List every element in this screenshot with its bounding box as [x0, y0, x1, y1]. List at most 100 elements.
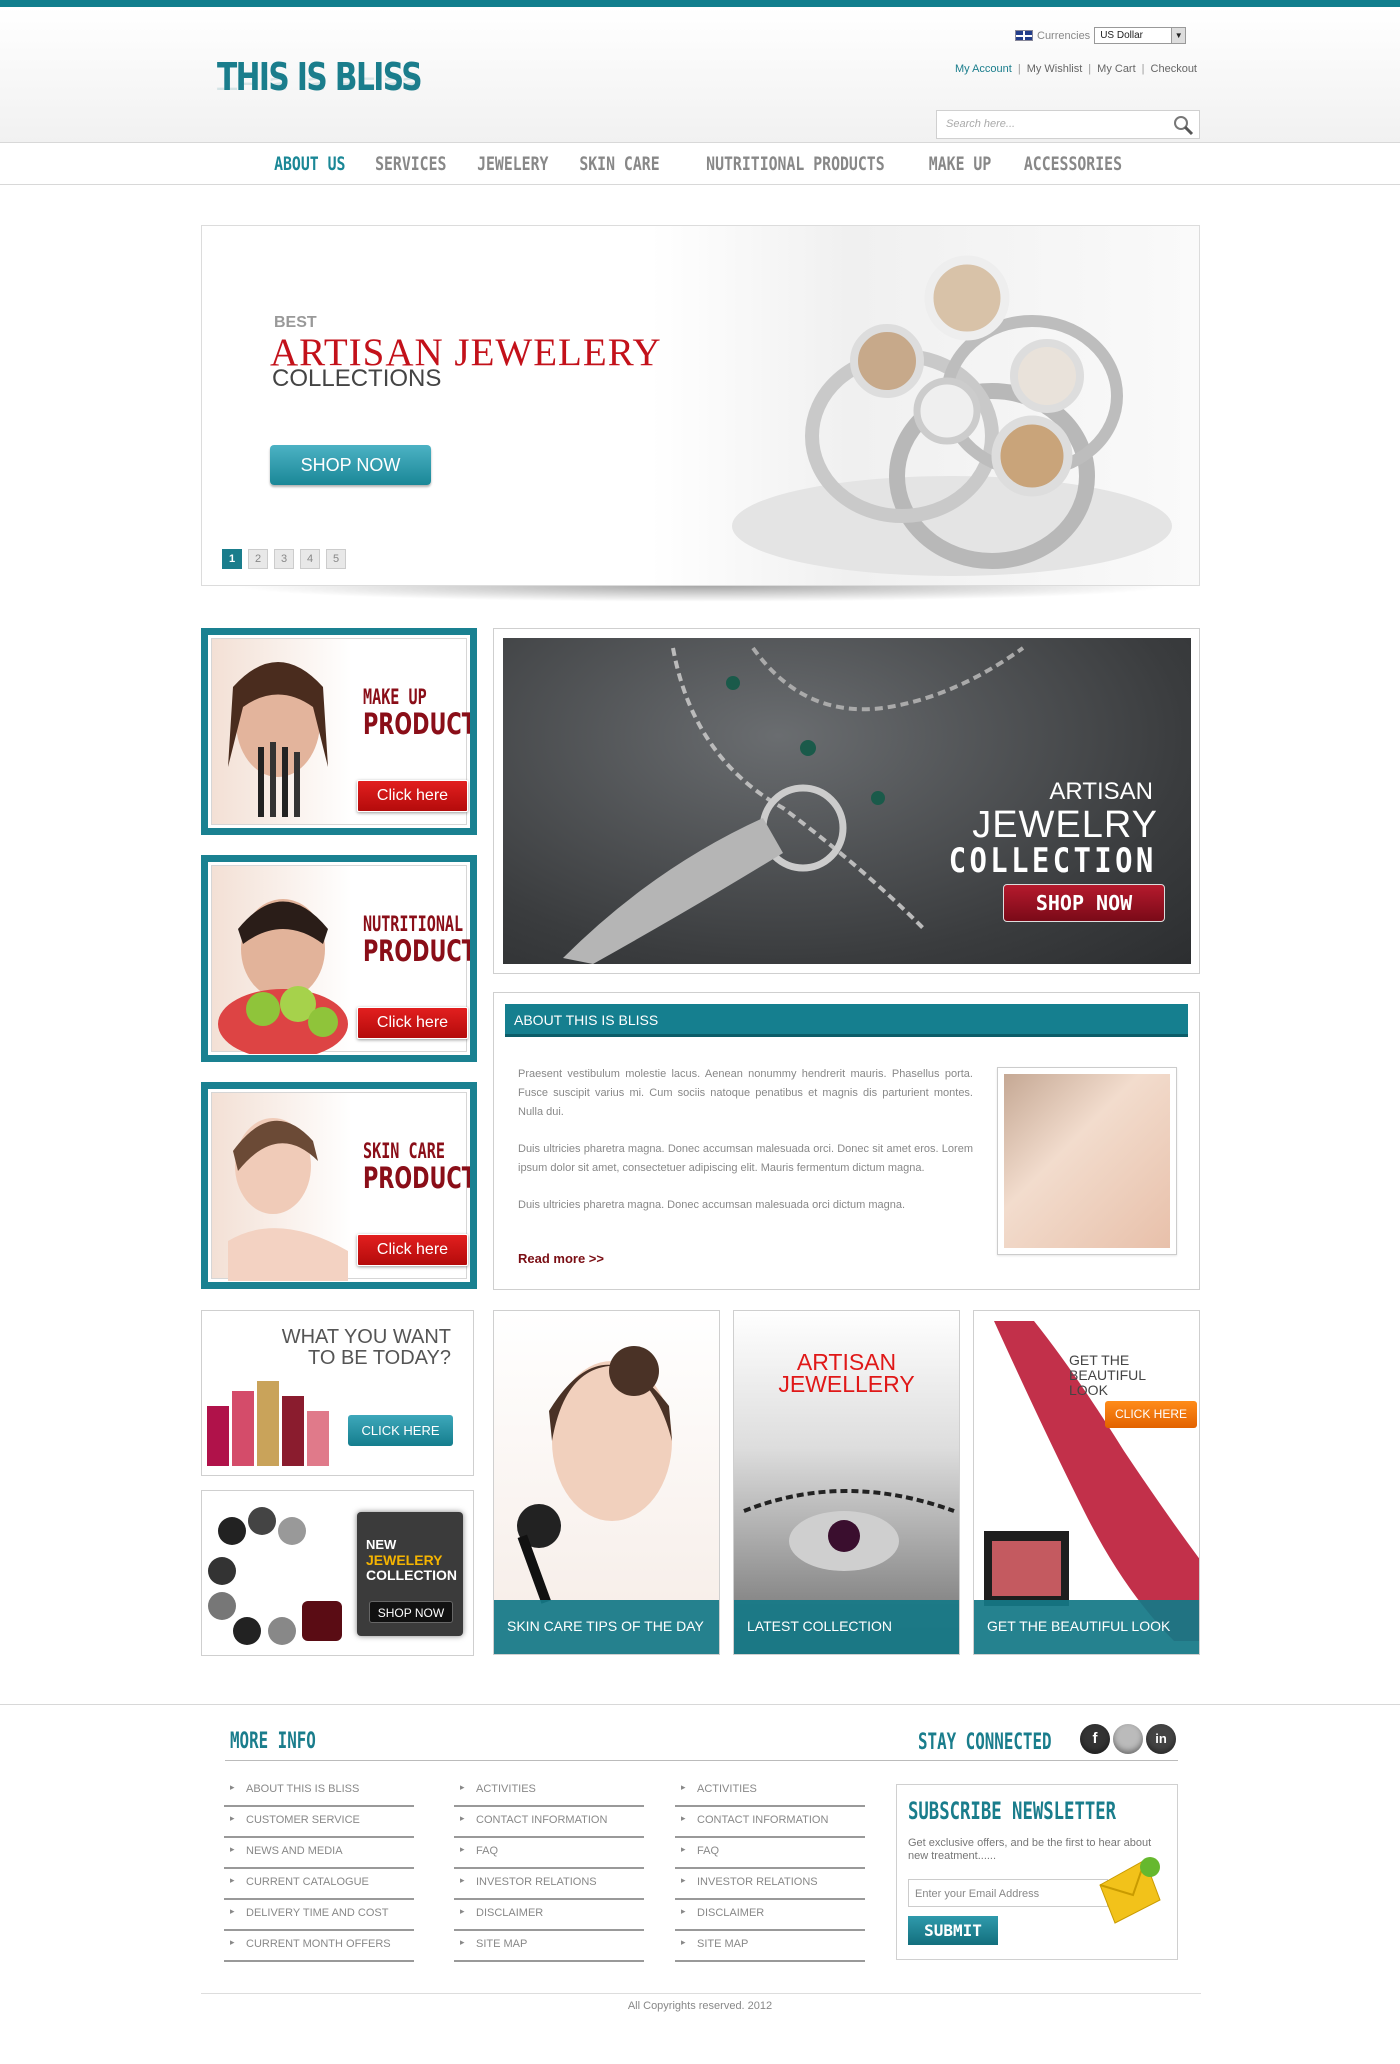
shop-now-button[interactable]: SHOP NOW: [270, 445, 431, 485]
header: THIS IS BLISS THIS IS BLISS Currencies U…: [0, 7, 1400, 143]
tile-latest-collection[interactable]: ARTISAN JEWELLERY LATEST COLLECTION: [733, 1310, 960, 1655]
footer-link[interactable]: CURRENT MONTH OFFERS: [224, 1931, 414, 1962]
jewelry-banner[interactable]: ARTISAN JEWELRY COLLECTION SHOP NOW: [493, 628, 1200, 974]
skincare-model-image: [228, 1118, 348, 1281]
necklace-image: ARTISAN JEWELRY COLLECTION SHOP NOW: [503, 638, 1191, 964]
copyright-divider: [201, 1993, 1201, 1994]
about-heading: ABOUT THIS IS BLISS: [505, 1004, 1188, 1037]
top-accent-bar: [0, 0, 1400, 7]
slider-page-3[interactable]: 3: [274, 549, 294, 569]
new-jewelery-ad[interactable]: NEW JEWELERY COLLECTION SHOP NOW: [201, 1490, 474, 1656]
promo-line2: PRODUCTS: [363, 934, 476, 968]
slider-page-4[interactable]: 4: [300, 549, 320, 569]
search-icon[interactable]: [1172, 114, 1194, 136]
nav-jewelery[interactable]: JEWELERY: [464, 153, 562, 175]
nutrition-model-image: [218, 899, 348, 1054]
click-here-button[interactable]: CLICK HERE: [1105, 1401, 1197, 1428]
ad-jewelery: JEWELERY: [366, 1552, 443, 1568]
footer-link[interactable]: CUSTOMER SERVICE: [224, 1807, 414, 1838]
footer-link[interactable]: FAQ: [454, 1838, 644, 1869]
slider-page-5[interactable]: 5: [326, 549, 346, 569]
footer-link[interactable]: DISCLAIMER: [675, 1900, 865, 1931]
search-placeholder: Search here...: [946, 118, 1016, 130]
search-input[interactable]: Search here...: [936, 110, 1200, 139]
nav-make-up[interactable]: MAKE UP: [916, 153, 1005, 175]
footer-link[interactable]: INVESTOR RELATIONS: [675, 1869, 865, 1900]
ad-new: NEW: [366, 1537, 397, 1552]
main-nav: ABOUT US SERVICES JEWELERY SKIN CARE NUT…: [0, 143, 1400, 185]
slider-page-2[interactable]: 2: [248, 549, 268, 569]
email-field[interactable]: Enter your Email Address: [908, 1879, 1108, 1907]
nav-about-us[interactable]: ABOUT US: [261, 153, 359, 175]
my-wishlist-link[interactable]: My Wishlist: [1027, 63, 1083, 75]
nav-nutritional-products[interactable]: NUTRITIONAL PRODUCTS: [693, 153, 898, 175]
currency-label: Currencies: [1037, 29, 1091, 42]
footer-col-1: ABOUT THIS IS BLISS CUSTOMER SERVICE NEW…: [224, 1776, 414, 1962]
newsletter-box: SUBSCRIBE NEWSLETTER Get exclusive offer…: [896, 1784, 1178, 1960]
currency-select[interactable]: US Dollar ▼: [1094, 27, 1187, 44]
shop-now-button[interactable]: SHOP NOW: [369, 1601, 453, 1623]
footer-link[interactable]: CURRENT CATALOGUE: [224, 1869, 414, 1900]
footer-link[interactable]: ABOUT THIS IS BLISS: [224, 1776, 414, 1807]
footer-link[interactable]: ACTIVITIES: [454, 1776, 644, 1807]
footer-link[interactable]: ACTIVITIES: [675, 1776, 865, 1807]
nav-skin-care[interactable]: SKIN CARE: [567, 153, 674, 175]
click-here-button[interactable]: Click here: [357, 1007, 468, 1039]
tile-skin-care-tips[interactable]: SKIN CARE TIPS OF THE DAY: [493, 1310, 720, 1655]
click-here-button[interactable]: Click here: [357, 1234, 468, 1266]
copyright-text: All Copyrights reserved. 2012: [627, 2000, 773, 2012]
footer-divider: [225, 1760, 1178, 1761]
promo-line1: NUTRITIONAL: [363, 912, 464, 936]
nav-accessories[interactable]: ACCESSORIES: [1011, 153, 1136, 175]
slider-shadow: [232, 586, 1172, 602]
separator: |: [1088, 63, 1092, 75]
footer-col-2: ACTIVITIES CONTACT INFORMATION FAQ INVES…: [454, 1776, 644, 1962]
promo-line1: SKIN CARE: [363, 1139, 445, 1163]
footer-link[interactable]: FAQ: [675, 1838, 865, 1869]
what-you-want-ad[interactable]: WHAT YOU WANT TO BE TODAY? CLICK HERE: [201, 1310, 474, 1476]
slider-pager: 1 2 3 4 5: [222, 549, 346, 569]
footer-link[interactable]: NEWS AND MEDIA: [224, 1838, 414, 1869]
uk-flag-icon: [1015, 30, 1033, 41]
footer-link[interactable]: SITE MAP: [454, 1931, 644, 1962]
promo-line2: PRODUCTS: [363, 1161, 476, 1195]
checkout-link[interactable]: Checkout: [1151, 63, 1197, 75]
rings-image: [732, 255, 1172, 576]
banner-line3: COLLECTION: [949, 841, 1157, 881]
about-section: ABOUT THIS IS BLISS Praesent vestibulum …: [493, 992, 1200, 1290]
promo-skincare[interactable]: SKIN CARE PRODUCTS Click here: [201, 1082, 477, 1289]
makeup-model-image: [228, 662, 328, 817]
page: THIS IS BLISS THIS IS BLISS Currencies U…: [0, 0, 1400, 2064]
footer-link[interactable]: SITE MAP: [675, 1931, 865, 1962]
footer-link[interactable]: DISCLAIMER: [454, 1900, 644, 1931]
footer-link[interactable]: INVESTOR RELATIONS: [454, 1869, 644, 1900]
ad-collection: COLLECTION: [366, 1567, 457, 1583]
footer-link[interactable]: DELIVERY TIME AND COST: [224, 1900, 414, 1931]
linkedin-icon[interactable]: in: [1146, 1724, 1176, 1754]
click-here-button[interactable]: Click here: [357, 780, 468, 812]
my-account-link[interactable]: My Account: [955, 63, 1012, 75]
footer-link[interactable]: CONTACT INFORMATION: [675, 1807, 865, 1838]
tile-beautiful-look[interactable]: GET THE BEAUTIFUL LOOK CLICK HERE GET TH…: [973, 1310, 1200, 1655]
slider-page-1[interactable]: 1: [222, 549, 242, 569]
banner-shop-now-button[interactable]: SHOP NOW: [1003, 884, 1165, 922]
separator: |: [1017, 63, 1021, 75]
submit-button[interactable]: SUBMIT: [908, 1916, 998, 1945]
tile-caption: LATEST COLLECTION: [734, 1600, 959, 1654]
slider-subtitle: COLLECTIONS: [272, 365, 442, 392]
nav-services[interactable]: SERVICES: [362, 153, 460, 175]
tile-caption: GET THE BEAUTIFUL LOOK: [974, 1600, 1199, 1654]
click-here-button[interactable]: CLICK HERE: [348, 1415, 453, 1446]
read-more-link[interactable]: Read more >>: [518, 1251, 604, 1266]
footer-link[interactable]: CONTACT INFORMATION: [454, 1807, 644, 1838]
twitter-icon[interactable]: [1113, 1724, 1143, 1754]
model-face-image: [1004, 1074, 1170, 1248]
promo-makeup[interactable]: MAKE UP PRODUCTS Click here: [201, 628, 477, 835]
facebook-icon[interactable]: f: [1080, 1724, 1110, 1754]
logo-reflection: THIS IS BLISS: [217, 73, 422, 93]
about-paragraph: Duis ultricies pharetra magna. Donec acc…: [518, 1143, 973, 1174]
about-text: Praesent vestibulum molestie lacus. Aene…: [518, 1065, 973, 1233]
footer-col-3: ACTIVITIES CONTACT INFORMATION FAQ INVES…: [675, 1776, 865, 1962]
promo-nutritional[interactable]: NUTRITIONAL PRODUCTS Click here: [201, 855, 477, 1062]
my-cart-link[interactable]: My Cart: [1097, 63, 1136, 75]
